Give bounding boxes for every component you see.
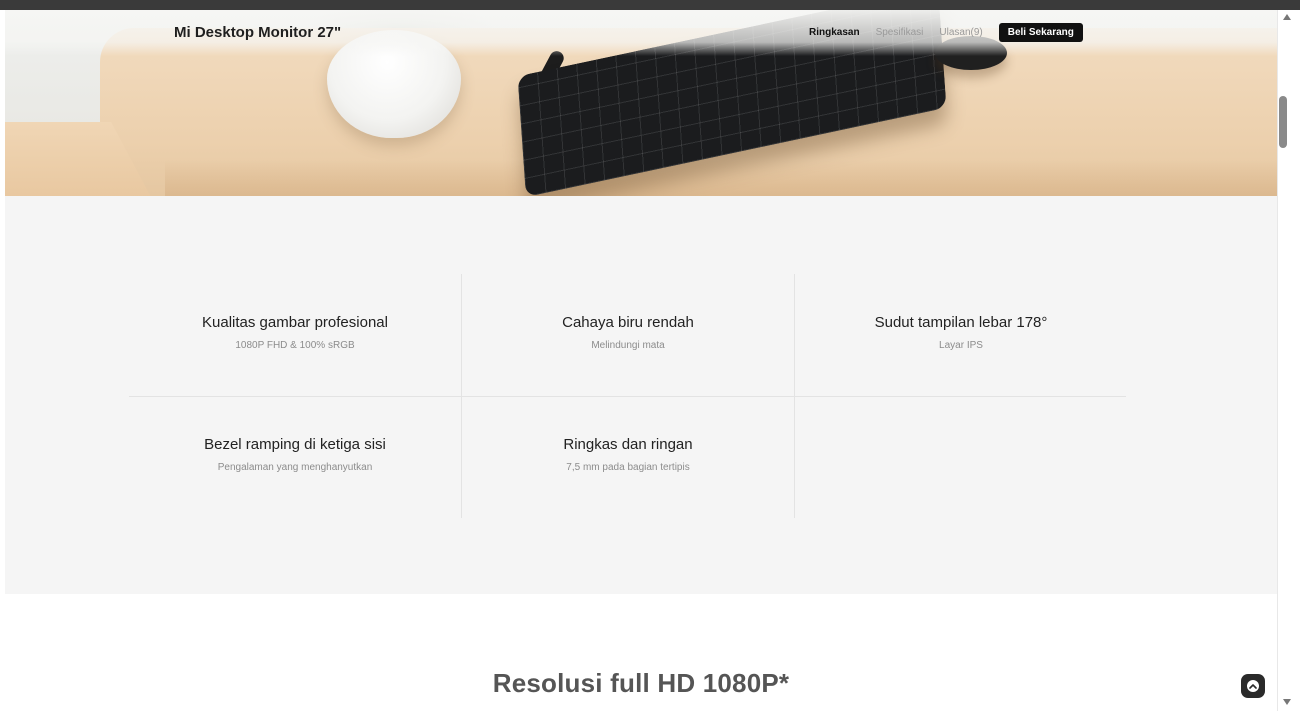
- back-to-top-button[interactable]: [1241, 674, 1265, 698]
- buy-now-button[interactable]: Beli Sekarang: [998, 22, 1083, 42]
- nav-links: Ringkasan Spesifikasi Ulasan(9) Beli Sek…: [809, 22, 1083, 42]
- scroll-down-arrow-icon[interactable]: [1283, 699, 1291, 705]
- feature-title: Kualitas gambar profesional: [202, 314, 388, 331]
- feature-subtitle: Layar IPS: [939, 340, 983, 351]
- feature-card: Cahaya biru rendah Melindungi mata: [462, 274, 794, 396]
- window-top-frame: [0, 0, 1300, 10]
- section-heading: Resolusi full HD 1080P*: [492, 668, 790, 698]
- feature-subtitle: 1080P FHD & 100% sRGB: [235, 340, 355, 351]
- scroll-up-arrow-icon[interactable]: [1283, 14, 1291, 20]
- nav-link-ringkasan[interactable]: Ringkasan: [809, 27, 860, 38]
- feature-subtitle: Melindungi mata: [591, 340, 665, 351]
- feature-subtitle: 7,5 mm pada bagian tertipis: [566, 462, 690, 473]
- product-title: Mi Desktop Monitor 27": [174, 24, 342, 41]
- feature-card: Bezel ramping di ketiga sisi Pengalaman …: [129, 396, 461, 518]
- feature-card: Ringkas dan ringan 7,5 mm pada bagian te…: [462, 396, 794, 518]
- nav-link-spesifikasi[interactable]: Spesifikasi: [876, 27, 924, 38]
- chevron-up-icon: [1247, 680, 1259, 692]
- feature-title: Bezel ramping di ketiga sisi: [204, 436, 386, 453]
- page-viewport: Mi Desktop Monitor 27" Ringkasan Spesifi…: [5, 10, 1277, 711]
- feature-title: Sudut tampilan lebar 178°: [874, 314, 1048, 331]
- feature-title: Ringkas dan ringan: [563, 436, 693, 453]
- nav-link-ulasan[interactable]: Ulasan(9): [939, 27, 982, 38]
- feature-title: Cahaya biru rendah: [562, 314, 694, 331]
- feature-subtitle: Pengalaman yang menghanyutkan: [217, 462, 373, 473]
- product-nav-bar: Mi Desktop Monitor 27" Ringkasan Spesifi…: [5, 10, 1277, 56]
- scrollbar-thumb[interactable]: [1279, 96, 1287, 148]
- feature-grid: Kualitas gambar profesional 1080P FHD & …: [129, 274, 1126, 518]
- feature-grid-section: Kualitas gambar profesional 1080P FHD & …: [5, 196, 1277, 594]
- feature-card: Kualitas gambar profesional 1080P FHD & …: [129, 274, 461, 396]
- feature-card: Sudut tampilan lebar 178° Layar IPS: [795, 274, 1127, 396]
- desk-shadow: [165, 160, 1277, 196]
- chevron-up-icon-glyph: [1249, 684, 1257, 689]
